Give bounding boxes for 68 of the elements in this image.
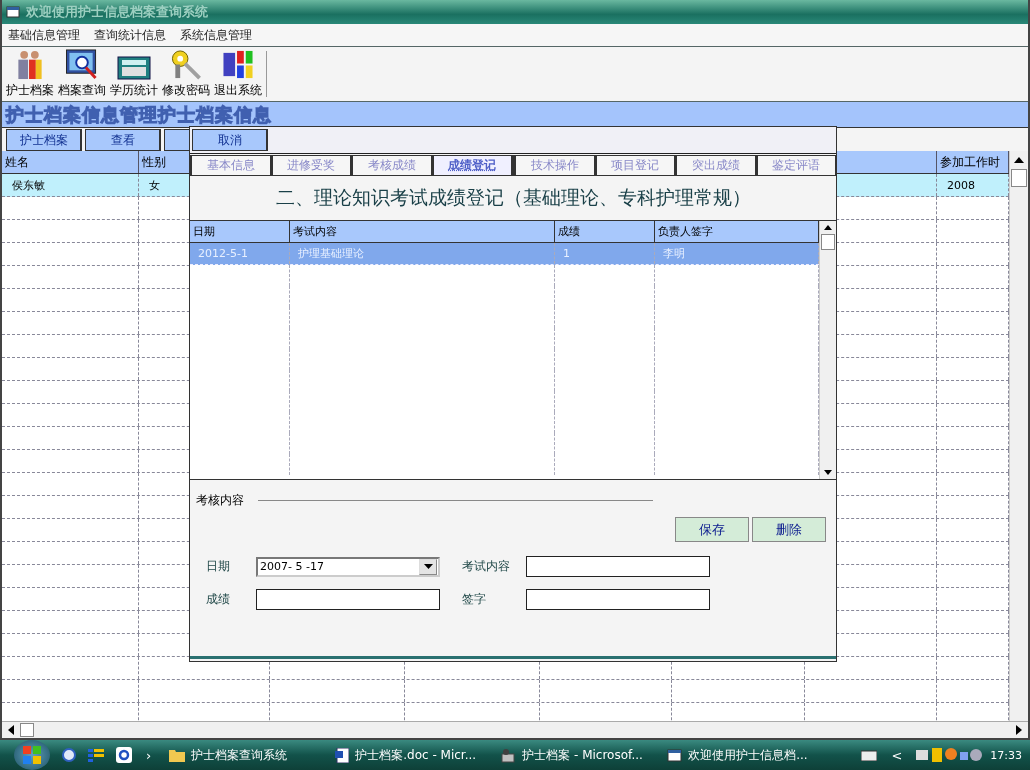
- tab[interactable]: 成绩登记: [431, 155, 514, 175]
- monitor-magnifier-icon: [65, 49, 99, 80]
- left-arrow-icon: [8, 725, 14, 735]
- table-cell: 1: [555, 243, 655, 264]
- toolbar-button[interactable]: 退出系统: [212, 47, 264, 101]
- people-icon: [15, 49, 45, 80]
- field-label: 成绩: [205, 591, 231, 608]
- scroll-thumb[interactable]: [821, 234, 835, 250]
- window-icon: [6, 6, 20, 18]
- toolbar-button[interactable]: 护士档案: [4, 47, 56, 101]
- right-arrow-icon: [1016, 725, 1022, 735]
- toolbar-button[interactable]: 修改密码: [160, 47, 212, 101]
- document-icon: [335, 747, 350, 763]
- taskbar-button[interactable]: 护士档案查询系统: [165, 742, 324, 768]
- taskbar-button[interactable]: 护士档案.doc - Micr...: [331, 742, 490, 768]
- desktop-icon[interactable]: [88, 748, 104, 762]
- column-header[interactable]: 成绩: [555, 221, 655, 242]
- search-icon[interactable]: [116, 747, 132, 763]
- start-button[interactable]: [14, 740, 50, 770]
- section-heading: 二、理论知识考试成绩登记（基础理论、专科护理常规）: [274, 185, 752, 210]
- flag-icon: [221, 49, 255, 80]
- taskbar-button[interactable]: 欢迎使用护士信息档...: [663, 742, 822, 768]
- panel-button[interactable]: 护士档案: [6, 129, 82, 151]
- down-arrow-icon: [824, 470, 832, 475]
- menu-item[interactable]: 基础信息管理: [8, 26, 80, 44]
- more-chevron[interactable]: ›: [140, 747, 158, 763]
- up-arrow-icon: [1014, 157, 1024, 163]
- tray-icons-drawing: [916, 747, 983, 763]
- cancel-button[interactable]: 取消: [192, 129, 268, 151]
- group-label: 考核内容: [196, 492, 244, 509]
- input-field[interactable]: [526, 589, 710, 610]
- panel-button[interactable]: 查看: [85, 129, 161, 151]
- scroll-thumb[interactable]: [20, 723, 34, 737]
- menu-item[interactable]: 系统信息管理: [180, 26, 252, 44]
- scrollbar[interactable]: [2, 721, 1028, 740]
- input-field[interactable]: [256, 589, 440, 610]
- table-cell: 侯东敏: [2, 174, 139, 196]
- toolbar-button[interactable]: 档案查询: [56, 47, 108, 101]
- column-header[interactable]: 姓名: [2, 151, 139, 173]
- column-header[interactable]: 日期: [190, 221, 290, 242]
- dropdown-arrow-icon: [423, 564, 433, 569]
- form-button[interactable]: 删除: [752, 517, 826, 542]
- windows-logo-icon: [22, 745, 42, 765]
- field-label: 日期: [205, 558, 231, 575]
- scroll-thumb[interactable]: [1011, 169, 1027, 187]
- app-icon: [501, 747, 517, 763]
- up-arrow-icon: [824, 225, 832, 230]
- scrollbar[interactable]: [1009, 151, 1028, 721]
- window-title: 欢迎使用护士信息档案查询系统: [26, 3, 208, 21]
- tray-chevron[interactable]: <: [885, 747, 909, 763]
- field-label: 签字: [461, 591, 487, 608]
- window-icon: [667, 748, 683, 762]
- table-cell: 2012-5-1: [190, 243, 290, 264]
- menu-item[interactable]: 查询统计信息: [94, 26, 166, 44]
- folder-icon: [169, 748, 186, 762]
- date-picker[interactable]: 2007- 5 -17: [256, 556, 440, 577]
- scrollbar[interactable]: [819, 221, 836, 479]
- taskbar-button[interactable]: 护士档案 - Microsof...: [497, 742, 656, 768]
- input-field[interactable]: [526, 556, 710, 577]
- key-icon: [169, 49, 203, 80]
- form-button[interactable]: 保存: [675, 517, 749, 542]
- field-label: 考试内容: [461, 558, 511, 575]
- clock: 17:33: [990, 748, 1022, 762]
- toolbar-button[interactable]: 学历统计: [108, 47, 160, 101]
- column-header[interactable]: 考试内容: [290, 221, 555, 242]
- table-cell: 护理基础理论: [290, 243, 555, 264]
- panel-title: 护士档案信息管理: [6, 102, 158, 127]
- dialog-title: 护士档案信息: [158, 102, 272, 127]
